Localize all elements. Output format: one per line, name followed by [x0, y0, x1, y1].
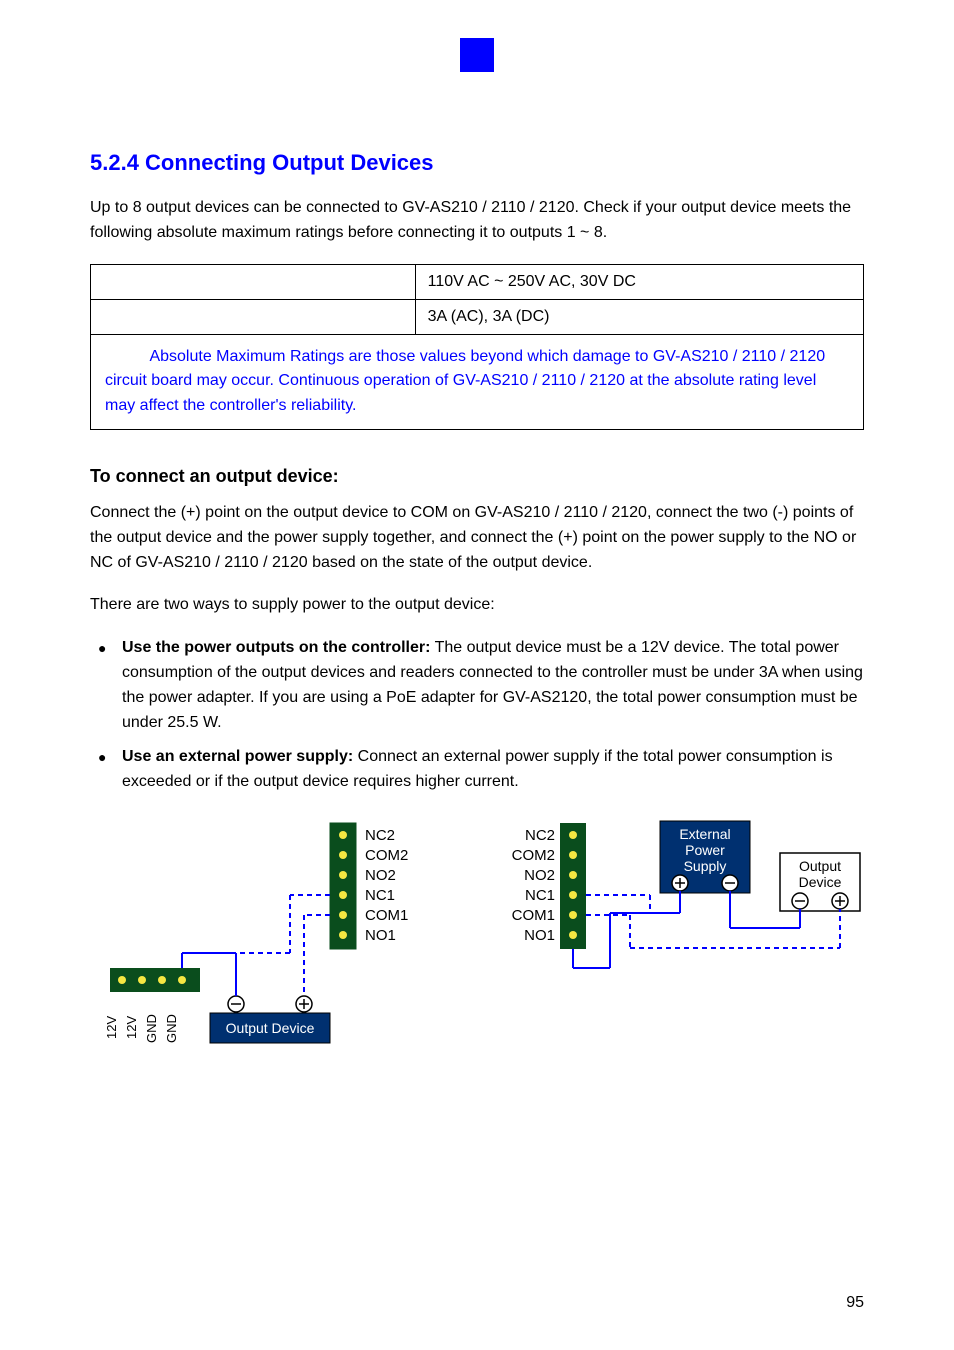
pin-label: COM2 [365, 847, 408, 864]
page-number: 95 [846, 1294, 864, 1312]
power-label: Supply [684, 858, 727, 874]
table-row: Carry Current 3A (AC), 3A (DC) [91, 299, 864, 334]
output-device-label: Output Device [226, 1020, 315, 1036]
chapter-marker-square [460, 38, 494, 72]
rating-value: 3A (AC), 3A (DC) [415, 299, 863, 334]
pin-label: NO2 [524, 867, 555, 884]
table-note-row: Note: Absolute Maximum Ratings are those… [91, 334, 864, 429]
rating-value: 110V AC ~ 250V AC, 30V DC [415, 264, 863, 299]
pin-label: NO1 [524, 927, 555, 944]
pin-label: NO1 [365, 927, 396, 944]
bullet-bold: Use the power outputs on the controller: [122, 639, 430, 656]
rating-label: Carry Current [91, 299, 416, 334]
pin-label: NC1 [365, 887, 395, 904]
rating-label: Breakdown Voltage [91, 264, 416, 299]
sub-heading: To connect an output device: [90, 466, 864, 487]
pin-label: NC2 [525, 827, 555, 844]
section-heading: 5.2.4 Connecting Output Devices [90, 150, 864, 176]
power-label: External [679, 826, 730, 842]
bullet-bold: Use an external power supply: [122, 748, 353, 765]
connect-paragraph: Connect the (+) point on the output devi… [90, 501, 864, 575]
pin-label: NC1 [525, 887, 555, 904]
list-item: Use an external power supply: Connect an… [90, 745, 864, 795]
table-row: Breakdown Voltage 110V AC ~ 250V AC, 30V… [91, 264, 864, 299]
diagram-left: NC2 COM2 NO2 NC1 COM1 NO1 12V 12V GND GN… [90, 813, 470, 1063]
pin-label: NC2 [365, 827, 395, 844]
pin-label: COM1 [512, 907, 555, 924]
rail-label: GND [164, 1014, 179, 1043]
supply-intro: There are two ways to supply power to th… [90, 593, 864, 618]
diagram-right: NC2 COM2 NO2 NC1 COM1 NO1 External Power… [500, 813, 870, 1063]
rail-label: 12V [124, 1015, 139, 1038]
intro-paragraph: Up to 8 output devices can be connected … [90, 196, 864, 246]
note-label: Note: [105, 348, 146, 365]
note-text: Absolute Maximum Ratings are those value… [105, 348, 825, 415]
pin-label: COM2 [512, 847, 555, 864]
rail-label: GND [144, 1014, 159, 1043]
bullet-list: Use the power outputs on the controller:… [90, 636, 864, 795]
pin-label: COM1 [365, 907, 408, 924]
ratings-table: Breakdown Voltage 110V AC ~ 250V AC, 30V… [90, 264, 864, 430]
diagram-container: NC2 COM2 NO2 NC1 COM1 NO1 12V 12V GND GN… [90, 813, 864, 1063]
rating-note: Note: Absolute Maximum Ratings are those… [91, 334, 864, 429]
list-item: Use the power outputs on the controller:… [90, 636, 864, 735]
out-label: Output [799, 858, 841, 874]
power-label: Power [685, 842, 725, 858]
rail-label: 12V [104, 1015, 119, 1038]
pin-label: NO2 [365, 867, 396, 884]
out-label: Device [799, 874, 842, 890]
